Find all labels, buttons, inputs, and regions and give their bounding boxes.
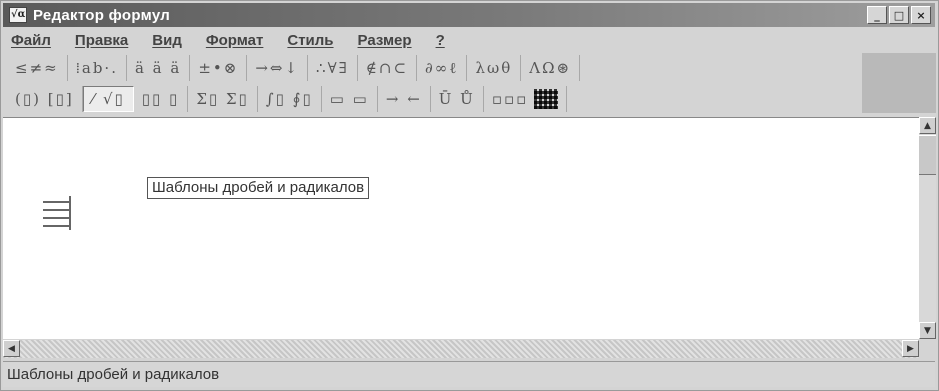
maximize-button[interactable]: □ <box>889 6 909 24</box>
title-bar[interactable]: Редактор формул _ □ × <box>3 3 935 27</box>
arrows-palette-button[interactable]: →⇔↓ <box>247 55 309 81</box>
misc-symbols-palette-button[interactable]: ∂∞ℓ <box>417 55 468 81</box>
relations-palette-button[interactable]: ≤≠≈ <box>7 55 68 81</box>
status-bar: Шаблоны дробей и радикалов <box>3 361 935 387</box>
templates-toolbar: (▯) [▯] ⁄ √▯ ▯▯ ▯ Σ▯ Σ▯ ∫▯ ∮▯ ▭ ▭ → ← Ū … <box>3 84 935 114</box>
vertical-scroll-thumb[interactable] <box>919 135 936 175</box>
subscript-superscript-templates-button[interactable]: ▯▯ ▯ <box>134 86 189 112</box>
fraction-radical-templates-button[interactable]: ⁄ √▯ <box>82 86 134 112</box>
logic-palette-button[interactable]: ∴∀∃ <box>308 55 358 81</box>
insertion-point-icon <box>43 196 71 230</box>
vertical-scrollbar[interactable]: ▲ ▼ <box>919 117 936 339</box>
window-controls: _ □ × <box>867 6 931 24</box>
fence-templates-button[interactable]: (▯) [▯] <box>7 86 83 112</box>
summation-templates-button[interactable]: Σ▯ Σ▯ <box>188 86 258 112</box>
menu-edit[interactable]: Правка <box>75 32 128 49</box>
operators-palette-button[interactable]: ±•⊗ <box>190 55 248 81</box>
status-text: Шаблоны дробей и радикалов <box>7 366 220 383</box>
menu-help[interactable]: ? <box>436 32 445 49</box>
formula-editor-window: Редактор формул _ □ × Файл Правка Вид Фо… <box>0 0 939 391</box>
spaces-ellipses-palette-button[interactable]: ⁞ab·. <box>68 55 127 81</box>
toolbar-empty-area <box>862 53 936 113</box>
integral-templates-button[interactable]: ∫▯ ∮▯ <box>258 86 322 112</box>
scroll-right-button[interactable]: ▶ <box>902 340 919 357</box>
scroll-down-button[interactable]: ▼ <box>919 322 936 339</box>
set-theory-palette-button[interactable]: ∉∩⊂ <box>358 55 418 81</box>
greek-uppercase-palette-button[interactable]: ΛΩ⊛ <box>521 55 581 81</box>
menu-bar: Файл Правка Вид Формат Стиль Размер ? <box>3 29 935 51</box>
products-set-templates-button[interactable]: Ū Ů <box>431 86 484 112</box>
tooltip: Шаблоны дробей и радикалов <box>147 177 370 199</box>
menu-view[interactable]: Вид <box>152 32 182 49</box>
matrix-templates-button[interactable]: ▫▫▫ <box>484 86 568 112</box>
close-button[interactable]: × <box>911 6 931 24</box>
scroll-up-button[interactable]: ▲ <box>919 117 936 134</box>
window-title: Редактор формул <box>33 6 171 24</box>
horizontal-scrollbar[interactable]: ◀ ▶ <box>3 340 919 358</box>
underbar-overbar-templates-button[interactable]: ▭ ▭ <box>322 86 378 112</box>
minimize-button[interactable]: _ <box>867 6 887 24</box>
menu-format[interactable]: Формат <box>206 32 264 49</box>
labeled-arrow-templates-button[interactable]: → ← <box>378 86 431 112</box>
formula-edit-area[interactable]: Шаблоны дробей и радикалов <box>3 117 919 339</box>
matrix-grid-icon <box>534 89 559 109</box>
formula-editor-icon <box>9 7 27 23</box>
symbols-toolbar: ≤≠≈ ⁞ab·. ä ä ä ±•⊗ →⇔↓ ∴∀∃ ∉∩⊂ ∂∞ℓ λωθ … <box>3 53 935 83</box>
scroll-left-button[interactable]: ◀ <box>3 340 20 357</box>
menu-file[interactable]: Файл <box>11 32 51 49</box>
menu-style[interactable]: Стиль <box>287 32 333 49</box>
menu-size[interactable]: Размер <box>358 32 412 49</box>
greek-lowercase-palette-button[interactable]: λωθ <box>467 55 522 81</box>
matrix-templates-label: ▫▫▫ <box>491 90 529 108</box>
embellishments-palette-button[interactable]: ä ä ä <box>127 55 191 81</box>
